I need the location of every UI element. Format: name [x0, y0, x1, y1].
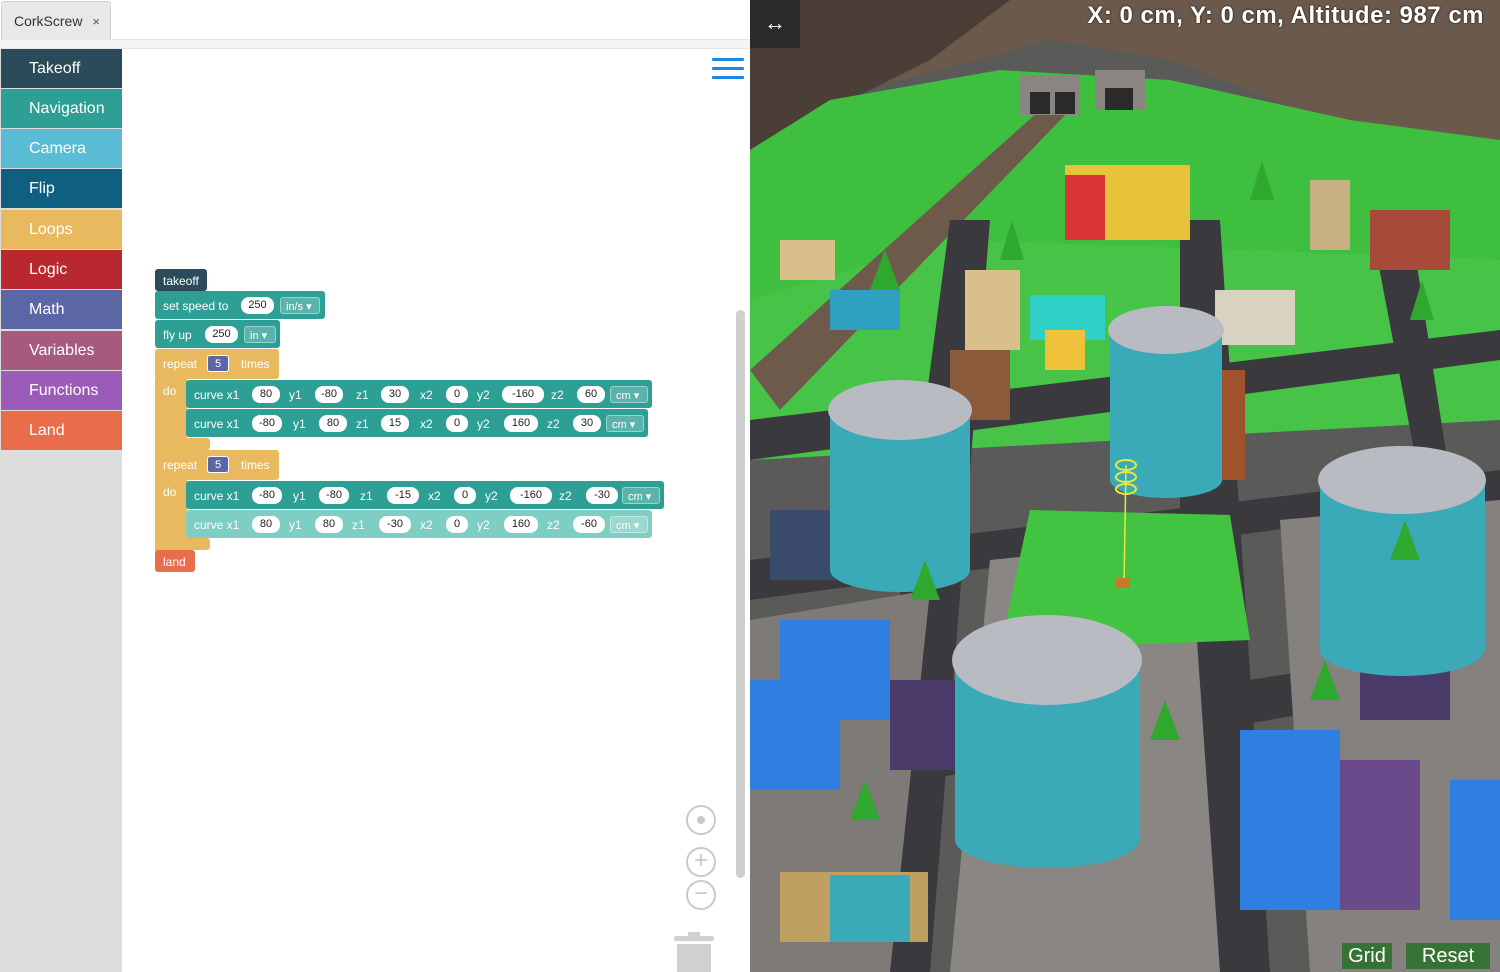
- curve-4-y1[interactable]: 80: [315, 516, 343, 533]
- curve-4-x1[interactable]: 80: [252, 516, 280, 533]
- curve-4-unit-dropdown[interactable]: cm ▾: [610, 516, 648, 533]
- curve-block-1[interactable]: curve x1 80 y1 -80 z1 30 x2 0 y2 -160 z2…: [186, 380, 652, 408]
- curve-1-unit-label: cm: [616, 390, 631, 402]
- tower-right: [1318, 446, 1486, 676]
- category-variables[interactable]: Variables: [1, 331, 122, 370]
- toolbox: Takeoff Navigation Camera Flip Loops Log…: [0, 49, 122, 972]
- repeat-1-foot: [155, 438, 210, 450]
- repeat-block-1[interactable]: repeat 5 times: [155, 349, 279, 379]
- category-logic[interactable]: Logic: [1, 250, 122, 289]
- curve-3-unit-dropdown[interactable]: cm ▾: [622, 487, 660, 504]
- curve-4-z1[interactable]: -30: [379, 516, 411, 533]
- curve-4-x2[interactable]: 0: [446, 516, 468, 533]
- simulator-view[interactable]: X: 0 cm, Y: 0 cm, Altitude: 987 cm ↔ Gri…: [750, 0, 1500, 972]
- category-functions[interactable]: Functions: [1, 371, 122, 410]
- recenter-icon[interactable]: [686, 805, 716, 835]
- curve-2-unit-dropdown[interactable]: cm ▾: [606, 415, 644, 432]
- curve-3-unit-label: cm: [628, 491, 643, 503]
- land-block[interactable]: land: [155, 550, 195, 572]
- repeat-1-count[interactable]: 5: [207, 355, 229, 372]
- curve-1-y2[interactable]: -160: [502, 386, 544, 403]
- workspace-scrollbar[interactable]: [736, 310, 745, 878]
- curve-3-x1[interactable]: -80: [252, 487, 282, 504]
- curve-1-x2[interactable]: 0: [446, 386, 468, 403]
- category-camera[interactable]: Camera: [1, 129, 122, 168]
- curve-2-z2[interactable]: 30: [573, 415, 601, 432]
- close-icon[interactable]: ×: [92, 14, 100, 29]
- speed-value-field[interactable]: 250: [241, 297, 274, 314]
- curve-1-x1[interactable]: 80: [252, 386, 280, 403]
- curve-2-z1[interactable]: 15: [381, 415, 409, 432]
- curve-4-unit-label: cm: [616, 520, 631, 532]
- curve-1-z1[interactable]: 30: [381, 386, 409, 403]
- expand-icon[interactable]: ↔: [750, 0, 800, 48]
- curve-3-x2[interactable]: 0: [454, 487, 476, 504]
- category-math[interactable]: Math: [1, 290, 122, 329]
- curve-block-2[interactable]: curve x1 -80 y1 80 z1 15 x2 0 y2 160 z2 …: [186, 409, 648, 437]
- grid-button[interactable]: Grid: [1342, 943, 1392, 969]
- category-takeoff[interactable]: Takeoff: [1, 49, 122, 88]
- toolbar-strip: [0, 40, 750, 49]
- curve-2-y2[interactable]: 160: [504, 415, 538, 432]
- curve-block-4[interactable]: curve x1 80 y1 80 z1 -30 x2 0 y2 160 z2 …: [186, 510, 652, 538]
- app-window: CorkScrew × Takeoff Navigation Camera Fl…: [0, 0, 1500, 972]
- fly-up-block[interactable]: fly up 250 in ▾: [155, 320, 280, 348]
- trash-icon[interactable]: [674, 932, 714, 972]
- curve-2-x2[interactable]: 0: [446, 415, 468, 432]
- fly-up-unit-dropdown[interactable]: in ▾: [244, 326, 276, 343]
- tab-title: CorkScrew: [14, 13, 83, 29]
- reset-button[interactable]: Reset: [1406, 943, 1490, 969]
- repeat-block-2[interactable]: repeat 5 times: [155, 450, 279, 480]
- category-loops[interactable]: Loops: [1, 210, 122, 249]
- repeat-2-count[interactable]: 5: [207, 456, 229, 473]
- drone-marker: [1116, 578, 1130, 588]
- tower-left: [828, 380, 972, 592]
- speed-unit-label: in/s: [286, 301, 304, 313]
- curve-1-unit-dropdown[interactable]: cm ▾: [610, 386, 648, 403]
- curve-4-z2[interactable]: -60: [573, 516, 605, 533]
- category-flip[interactable]: Flip: [1, 169, 122, 208]
- set-speed-block[interactable]: set speed to 250 in/s ▾: [155, 291, 325, 319]
- fly-up-unit-label: in: [250, 330, 259, 342]
- curve-3-y1[interactable]: -80: [319, 487, 349, 504]
- category-navigation[interactable]: Navigation: [1, 89, 122, 128]
- curve-3-z2[interactable]: -30: [586, 487, 618, 504]
- zoom-out-icon[interactable]: −: [686, 880, 716, 910]
- curve-2-x1[interactable]: -80: [252, 415, 282, 432]
- tab-corkscrew[interactable]: CorkScrew ×: [1, 1, 111, 41]
- menu-icon[interactable]: [712, 58, 744, 82]
- fly-up-value-field[interactable]: 250: [205, 326, 238, 343]
- zoom-in-icon[interactable]: +: [686, 847, 716, 877]
- repeat-2-foot: [155, 538, 210, 550]
- tab-bar: CorkScrew ×: [0, 0, 750, 41]
- editor-pane: CorkScrew × Takeoff Navigation Camera Fl…: [0, 0, 750, 972]
- speed-unit-dropdown[interactable]: in/s ▾: [280, 297, 320, 314]
- curve-1-y1[interactable]: -80: [315, 386, 343, 403]
- curve-2-y1[interactable]: 80: [319, 415, 347, 432]
- takeoff-block[interactable]: takeoff: [155, 269, 207, 291]
- city-scene: [750, 0, 1500, 972]
- curve-3-y2[interactable]: -160: [510, 487, 552, 504]
- curve-2-unit-label: cm: [612, 419, 627, 431]
- coordinate-readout: X: 0 cm, Y: 0 cm, Altitude: 987 cm: [1087, 2, 1484, 29]
- category-land[interactable]: Land: [1, 411, 122, 450]
- curve-1-z2[interactable]: 60: [577, 386, 605, 403]
- curve-4-y2[interactable]: 160: [504, 516, 538, 533]
- curve-3-z1[interactable]: -15: [387, 487, 419, 504]
- tower-front: [952, 615, 1142, 868]
- curve-block-3[interactable]: curve x1 -80 y1 -80 z1 -15 x2 0 y2 -160 …: [186, 481, 664, 509]
